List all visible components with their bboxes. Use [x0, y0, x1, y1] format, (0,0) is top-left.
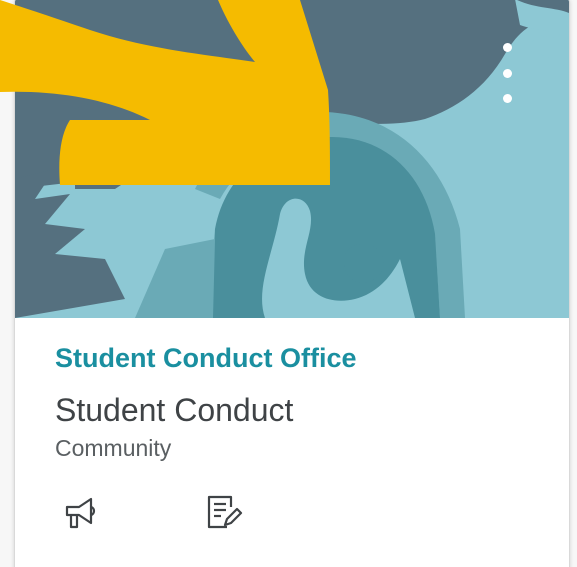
course-term: Community: [55, 435, 172, 461]
kebab-dot: [502, 68, 512, 78]
page: Student Conduct Office Student Conduct C…: [0, 0, 577, 567]
announcements-button[interactable]: [59, 491, 103, 535]
more-options-icon[interactable]: [495, 43, 519, 103]
assignment-pencil-icon: [207, 495, 243, 529]
kebab-dot: [502, 43, 512, 52]
megaphone-icon: [65, 497, 96, 529]
course-image-artwork: [15, 0, 569, 318]
assignments-button[interactable]: [201, 491, 245, 535]
kebab-dot: [502, 94, 512, 103]
course-card-image[interactable]: [15, 0, 569, 318]
course-card[interactable]: Student Conduct Office Student Conduct C…: [14, 0, 570, 567]
course-name: Student Conduct: [55, 392, 294, 428]
course-code[interactable]: Student Conduct Office: [55, 343, 356, 374]
